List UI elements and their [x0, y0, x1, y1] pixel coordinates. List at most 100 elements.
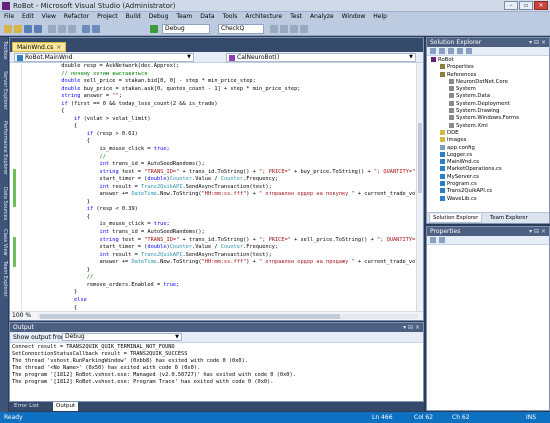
alphabetical-icon[interactable] [439, 237, 445, 243]
tree-item[interactable]: System.Drawing [427, 108, 549, 115]
tree-item[interactable]: MyServer.cs [427, 173, 549, 181]
tab-team-explorer[interactable]: Team Explorer [487, 214, 531, 223]
close-tab-icon[interactable]: × [56, 44, 61, 51]
tree-item[interactable]: System [427, 86, 549, 93]
menu-window[interactable]: Window [342, 12, 366, 22]
menu-architecture[interactable]: Architecture [245, 12, 282, 22]
tree-item[interactable]: Trans2QuikAPI.cs [427, 188, 549, 195]
menu-tools[interactable]: Tools [223, 12, 238, 22]
tree-item-label: Images [447, 137, 467, 144]
save-icon[interactable] [24, 25, 32, 33]
cut-icon[interactable] [48, 25, 56, 33]
properties-icon[interactable] [290, 25, 298, 33]
find-icon[interactable] [270, 25, 278, 33]
tree-item[interactable]: System.Data [427, 93, 549, 100]
code-token: true [163, 281, 177, 288]
data-sources-tab[interactable]: Data Sources [0, 187, 8, 220]
paste-icon[interactable] [68, 25, 76, 33]
tree-item-label: System.Drawing [456, 108, 500, 115]
menu-team[interactable]: Team [176, 12, 192, 22]
open-file-icon[interactable] [14, 25, 22, 33]
minimize-button[interactable]: – [504, 1, 518, 10]
menu-data[interactable]: Data [200, 12, 214, 22]
start-debugging-icon[interactable] [150, 25, 158, 33]
panel-controls[interactable]: ▾ ⊟ × [403, 323, 420, 332]
vertical-scrollbar[interactable] [416, 63, 423, 311]
code-text-area[interactable]: double resp = AskNetwork(dec.Approx); //… [23, 63, 421, 311]
code-token: (volat > volat_limit) [80, 115, 151, 122]
toolbox-tab[interactable]: Toolbox [0, 41, 8, 60]
tree-item[interactable]: MainWnd.cs [427, 159, 549, 166]
scroll-thumb[interactable] [40, 314, 340, 319]
tree-item[interactable]: NeuronDotNet.Core [427, 78, 549, 86]
scroll-thumb[interactable] [418, 123, 422, 193]
performance-explorer-tab[interactable]: Performance Explorer [0, 121, 8, 175]
close-button[interactable]: ✕ [534, 1, 548, 10]
panel-controls[interactable]: ▾ ⊟ × [529, 227, 546, 236]
tree-item[interactable]: System.Windows.Forms [427, 115, 549, 122]
menu-file[interactable]: File [4, 12, 14, 22]
view-designer-icon[interactable] [466, 48, 472, 54]
menu-help[interactable]: Help [373, 12, 387, 22]
tree-item[interactable]: MarketOperations.cs [427, 166, 549, 173]
toolbox-icon[interactable] [300, 25, 308, 33]
menu-refactor[interactable]: Refactor [64, 12, 89, 22]
code-token: .Frequency; [243, 244, 279, 251]
horizontal-scrollbar[interactable] [38, 314, 418, 319]
tree-item[interactable]: Logger.cs [427, 151, 549, 159]
code-line: double resp = AskNetwork(dec.Approx); [23, 63, 421, 71]
zoom-level[interactable]: 100 % [12, 312, 31, 320]
view-code-icon[interactable] [457, 48, 463, 54]
tree-item[interactable]: RoBot [427, 57, 549, 64]
class-view-tab[interactable]: Class View [0, 229, 8, 256]
tab-solution-explorer[interactable]: Solution Explorer [429, 214, 483, 223]
solution-explorer-icon[interactable] [280, 25, 288, 33]
tree-item[interactable]: Properties [427, 64, 549, 71]
tree-item[interactable]: WaveLib.cs [427, 195, 549, 203]
refresh-icon[interactable] [448, 48, 454, 54]
tab-error-list[interactable]: Error List [11, 402, 42, 411]
tree-item[interactable]: References [427, 71, 549, 79]
tree-item[interactable]: System.Deployment [427, 100, 549, 108]
code-token: result = [109, 251, 141, 258]
team-explorer-tab[interactable]: Team Explorer [0, 261, 8, 297]
code-token: { [23, 304, 78, 311]
find-combo[interactable]: CheckQ [218, 24, 264, 34]
tab-output[interactable]: Output [53, 402, 79, 411]
panel-controls[interactable]: ▾ ⊟ × [529, 38, 546, 47]
file-icon [440, 137, 445, 143]
class-dropdown[interactable]: RoBot.MainWnd ▼ [14, 53, 194, 62]
undo-icon[interactable] [82, 25, 90, 33]
tree-item[interactable]: app.config [427, 144, 549, 152]
redo-icon[interactable] [92, 25, 100, 33]
categorized-icon[interactable] [430, 237, 436, 243]
copy-icon[interactable] [58, 25, 66, 33]
solution-config-combo[interactable]: Debug [162, 24, 210, 34]
menu-view[interactable]: View [42, 12, 56, 22]
tree-item[interactable]: Images [427, 137, 549, 144]
menu-test[interactable]: Test [290, 12, 302, 22]
save-all-icon[interactable] [34, 25, 42, 33]
show-all-files-icon[interactable] [439, 48, 445, 54]
output-text[interactable]: Connect result = TRANS2QUIK_QUIK_TERMINA… [12, 344, 415, 399]
tree-item[interactable]: Program.cs [427, 181, 549, 188]
menu-build[interactable]: Build [126, 12, 141, 22]
menu-project[interactable]: Project [97, 12, 118, 22]
properties-icon[interactable] [430, 48, 436, 54]
tree-item[interactable]: DDE [427, 129, 549, 137]
new-project-icon[interactable] [4, 25, 12, 33]
member-dropdown[interactable]: CalNeuroBot() ▼ [226, 53, 416, 62]
output-source-dropdown[interactable]: Debug ▼ [62, 333, 182, 341]
maximize-button[interactable]: ▫ [519, 1, 533, 10]
menu-debug[interactable]: Debug [149, 12, 169, 22]
server-explorer-tab[interactable]: Server Explorer [0, 71, 8, 110]
tree-item-label: System [456, 86, 476, 93]
tree-item[interactable]: System.Xml [427, 122, 549, 130]
left-tool-strip: Toolbox Server Explorer Performance Expl… [0, 37, 8, 413]
menu-analyze[interactable]: Analyze [310, 12, 334, 22]
code-line: if (volat > volat_limit) [23, 116, 421, 124]
code-token: "TRANS_ID=" [144, 236, 180, 243]
doc-tab-mainwnd[interactable]: MainWnd.cs × [12, 42, 67, 52]
output-line: The thread '<No Name>' (0x50) has exited… [12, 365, 201, 372]
menu-edit[interactable]: Edit [22, 12, 34, 22]
